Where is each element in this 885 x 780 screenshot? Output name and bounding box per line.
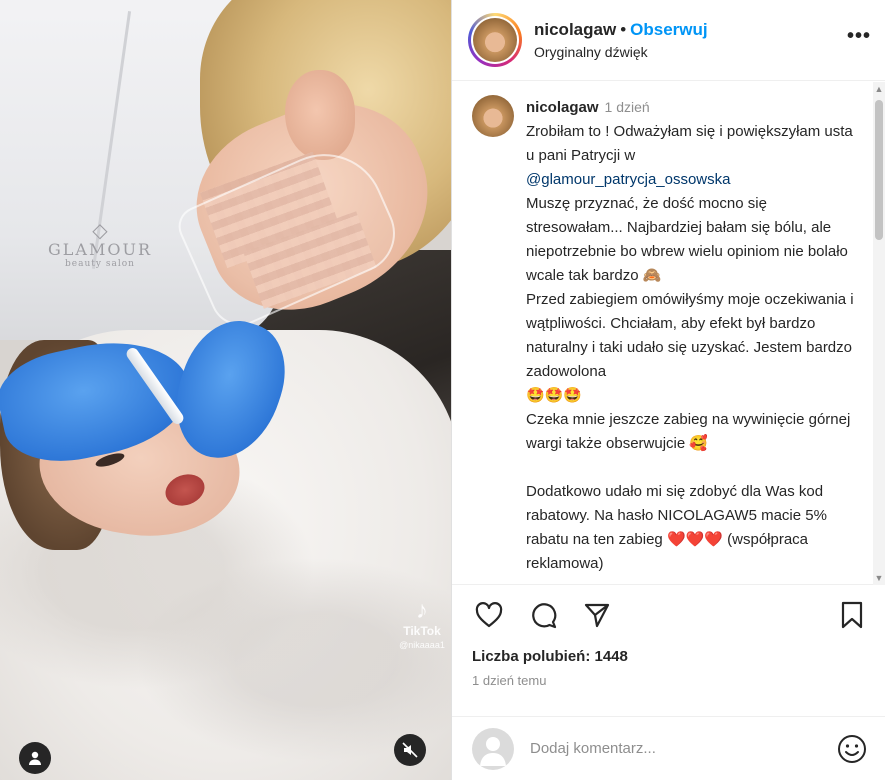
smiley-icon (838, 734, 866, 763)
tiktok-icon: ♪ (416, 597, 428, 624)
separator-dot: • (620, 20, 627, 39)
caption-timestamp: 1 dzień (604, 99, 650, 115)
caption-scrollbar[interactable]: ▲ ▼ (873, 82, 885, 585)
scroll-up-arrow-icon[interactable]: ▲ (873, 82, 885, 96)
share-button[interactable] (580, 598, 614, 632)
action-bar (452, 584, 885, 644)
more-options-button[interactable]: ••• (847, 25, 871, 56)
author-username[interactable]: nicolagaw (534, 20, 616, 39)
emoji-group: 🤩🤩🤩 (526, 387, 583, 404)
brand-subtitle: beauty salon (65, 259, 135, 269)
caption-paragraph: Czeka mnie jeszcze zabieg na wywinięcie … (526, 411, 851, 452)
follow-button[interactable]: Obserwuj (630, 20, 707, 39)
author-avatar-ring[interactable] (468, 13, 522, 67)
like-count[interactable]: Liczba polubień: 1448 (452, 644, 885, 665)
save-button[interactable] (835, 598, 869, 632)
post-timestamp[interactable]: 1 dzień temu (452, 665, 885, 688)
bookmark-icon (841, 601, 863, 628)
user-icon (29, 751, 41, 765)
tiktok-watermark: ♪ TikTok @nikaaaa1 (392, 597, 451, 651)
comment-input[interactable]: Dodaj komentarz... (530, 740, 836, 757)
post-sidebar: nicolagaw • Obserwuj Oryginalny dźwięk •••… (451, 0, 885, 780)
avatar (473, 18, 517, 62)
default-user-icon (480, 736, 506, 766)
post-modal: ◇ GLAMOUR beauty salon ♪ TikTok @nikaaaa… (0, 0, 885, 780)
emoji-group: ❤️❤️❤️ (666, 531, 723, 548)
caption-paragraph: Przed zabiegiem omówiłyśmy moje oczekiwa… (526, 291, 854, 380)
caption-text: nicolagaw 1 dzień Zrobiłam to ! Odważyłam… (526, 95, 856, 584)
mute-button[interactable] (394, 734, 426, 766)
avatar (472, 727, 514, 770)
video-frame: ◇ GLAMOUR beauty salon (0, 0, 451, 780)
worker-ear (285, 70, 355, 160)
coat-brand-logo: ◇ GLAMOUR beauty salon (40, 220, 160, 269)
tagged-users-button[interactable] (19, 742, 51, 774)
comment-button[interactable] (526, 598, 560, 632)
diamond-icon: ◇ (92, 218, 108, 242)
caption-username[interactable]: nicolagaw (526, 99, 599, 116)
brand-name: GLAMOUR (48, 240, 152, 259)
post-header: nicolagaw • Obserwuj Oryginalny dźwięk ••• (452, 0, 885, 81)
caption-section: nicolagaw 1 dzień Zrobiłam to ! Odważyłam… (452, 81, 885, 584)
audio-label[interactable]: Oryginalny dźwięk (534, 44, 847, 60)
comment-icon (532, 602, 557, 628)
caption-paragraph: Muszę przyznać, że dość mocno się streso… (526, 195, 848, 284)
speaker-muted-icon (402, 742, 418, 758)
caption-paragraph: Zrobiłam to ! Odważyłam się i powiększył… (526, 123, 853, 164)
avatar[interactable] (472, 95, 514, 137)
scroll-thumb[interactable] (875, 100, 883, 240)
heart-icon (475, 601, 503, 627)
comment-composer: Dodaj komentarz... (452, 716, 885, 780)
emoji-picker-button[interactable] (836, 733, 868, 765)
send-icon (584, 603, 610, 627)
scroll-down-arrow-icon[interactable]: ▼ (873, 571, 885, 585)
like-button[interactable] (472, 598, 506, 632)
post-video[interactable]: ◇ GLAMOUR beauty salon ♪ TikTok @nikaaaa… (0, 0, 451, 780)
mention-link[interactable]: @glamour_patrycja_ossowska (526, 168, 856, 192)
